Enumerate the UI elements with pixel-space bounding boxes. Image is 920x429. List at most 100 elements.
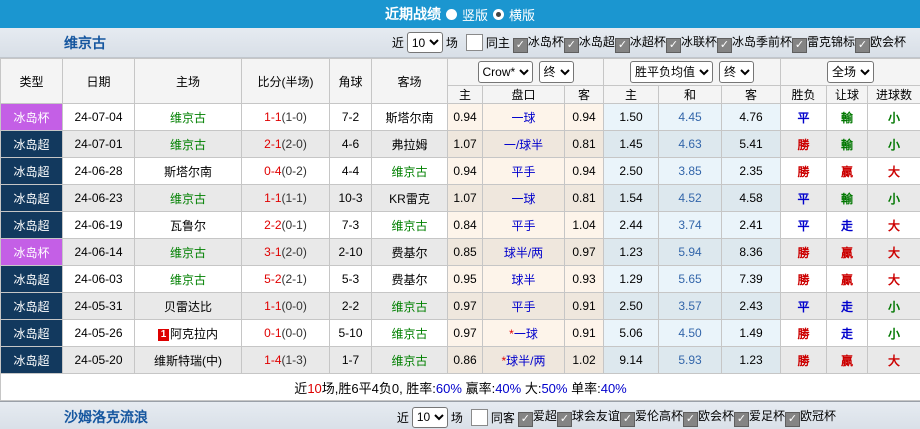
cell-handicap: 平手 bbox=[483, 212, 565, 239]
table-row: 冰岛超24-06-23维京古1-1(1-1)10-3KR雷克1.07一球0.81… bbox=[1, 185, 920, 212]
cell-result-handicap: 輸 bbox=[827, 131, 868, 158]
halftime-score: (1-1) bbox=[282, 191, 307, 205]
sub-header-avg-away: 客 bbox=[722, 86, 781, 104]
avg-odds-select[interactable]: 胜平负均值 bbox=[630, 61, 713, 83]
sub-header-odds-away: 客 bbox=[565, 86, 604, 104]
cell-home: 维京古 bbox=[135, 266, 242, 293]
cell-date: 24-07-01 bbox=[63, 131, 135, 158]
cell-date: 24-06-19 bbox=[63, 212, 135, 239]
league-checkbox[interactable]: ✓ bbox=[557, 412, 572, 427]
cell-competition: 冰岛杯 bbox=[1, 239, 63, 266]
league-checkbox[interactable]: ✓ bbox=[513, 38, 528, 53]
cell-avg-home: 2.50 bbox=[604, 293, 659, 320]
fulltime-score: 5-2 bbox=[264, 272, 281, 286]
cell-avg-draw: 3.85 bbox=[659, 158, 722, 185]
away-team-name: KR雷克 bbox=[389, 192, 430, 206]
same-away-checkbox[interactable] bbox=[471, 409, 488, 426]
cell-away: 弗拉姆 bbox=[372, 131, 448, 158]
away-team-name: 维京古 bbox=[391, 165, 427, 179]
table-row: 冰岛超24-06-03维京古5-2(2-1)5-3费基尔0.95球半0.931.… bbox=[1, 266, 920, 293]
cell-avg-away: 2.41 bbox=[722, 212, 781, 239]
summary-segment: 近 bbox=[294, 381, 307, 396]
match-scope-select[interactable]: 全场 bbox=[827, 61, 874, 83]
cell-handicap: 平手 bbox=[483, 158, 565, 185]
league-checkbox[interactable]: ✓ bbox=[792, 38, 807, 53]
cell-away: KR雷克 bbox=[372, 185, 448, 212]
same-home-checkbox[interactable] bbox=[466, 34, 483, 51]
league-checkbox[interactable]: ✓ bbox=[717, 38, 732, 53]
horizontal-layout-radio[interactable] bbox=[493, 9, 504, 20]
team2-filter-controls: 近 10 场 同客 ✓爱超✓球会友谊✓爱伦高杯✓欧会杯✓爱足杯✓欧冠杯 bbox=[397, 407, 920, 428]
cell-competition: 冰岛超 bbox=[1, 293, 63, 320]
team1-match-count-select[interactable]: 10 bbox=[407, 32, 443, 53]
league-label: 欧会杯 bbox=[870, 35, 906, 49]
sub-header-handicap: 盘口 bbox=[483, 86, 565, 104]
cell-avg-away: 5.41 bbox=[722, 131, 781, 158]
team2-filter-bar: 沙姆洛克流浪 近 10 场 同客 ✓爱超✓球会友谊✓爱伦高杯✓欧会杯✓爱足杯✓欧… bbox=[0, 401, 920, 429]
cell-odds-home: 0.84 bbox=[448, 212, 483, 239]
cell-odds-away: 0.91 bbox=[565, 320, 604, 347]
league-checkbox[interactable]: ✓ bbox=[564, 38, 579, 53]
cell-home: 瓦鲁尔 bbox=[135, 212, 242, 239]
fulltime-score: 1-4 bbox=[264, 353, 281, 367]
cell-corners: 2-2 bbox=[330, 293, 372, 320]
league-checkbox[interactable]: ✓ bbox=[620, 412, 635, 427]
away-team-name: 弗拉姆 bbox=[391, 138, 427, 152]
table-row: 冰岛超24-07-01维京古2-1(2-0)4-6弗拉姆1.07一/球半0.81… bbox=[1, 131, 920, 158]
cell-odds-away: 1.04 bbox=[565, 212, 604, 239]
league-checkbox[interactable]: ✓ bbox=[785, 412, 800, 427]
cell-avg-away: 4.58 bbox=[722, 185, 781, 212]
league-checkbox[interactable]: ✓ bbox=[734, 412, 749, 427]
halftime-score: (2-0) bbox=[282, 137, 307, 151]
cell-date: 24-05-20 bbox=[63, 347, 135, 374]
same-away-label: 同客 bbox=[491, 409, 515, 426]
cell-home: 维京古 bbox=[135, 131, 242, 158]
cell-result-wdl: 平 bbox=[781, 104, 827, 131]
cell-result-goals: 小 bbox=[868, 293, 920, 320]
fulltime-score: 0-1 bbox=[264, 326, 281, 340]
team2-name: 沙姆洛克流浪 bbox=[64, 407, 148, 427]
handicap-value: 一球 bbox=[511, 192, 535, 206]
vertical-layout-label[interactable]: 竖版 bbox=[462, 5, 488, 24]
league-checkbox[interactable]: ✓ bbox=[518, 412, 533, 427]
cell-result-goals: 大 bbox=[868, 158, 920, 185]
bookmaker-select[interactable]: Crow* bbox=[478, 61, 533, 83]
vertical-layout-radio[interactable] bbox=[446, 9, 457, 20]
sub-header-avg-draw: 和 bbox=[659, 86, 722, 104]
cell-odds-home: 0.94 bbox=[448, 158, 483, 185]
league-label: 雷克锦标 bbox=[807, 35, 855, 49]
cell-result-goals: 大 bbox=[868, 347, 920, 374]
handicap-value: 一球 bbox=[511, 111, 535, 125]
odds-final-select[interactable]: 终 bbox=[539, 61, 574, 83]
league-label: 冰超杯 bbox=[630, 35, 666, 49]
home-team-name: 维京古 bbox=[170, 192, 206, 206]
summary-row: 近10场,胜6平4负0, 胜率:60% 赢率:40% 大:50% 单率:40% bbox=[1, 374, 920, 401]
avg-final-select[interactable]: 终 bbox=[719, 61, 754, 83]
cell-result-goals: 小 bbox=[868, 320, 920, 347]
summary-segment: 40% bbox=[495, 381, 521, 396]
horizontal-layout-label[interactable]: 横版 bbox=[509, 5, 535, 24]
cell-away: 费基尔 bbox=[372, 266, 448, 293]
cell-avg-draw: 4.50 bbox=[659, 320, 722, 347]
cell-odds-home: 0.97 bbox=[448, 293, 483, 320]
league-checkbox[interactable]: ✓ bbox=[683, 412, 698, 427]
halftime-score: (0-0) bbox=[282, 299, 307, 313]
same-home-label: 同主 bbox=[486, 34, 510, 51]
cell-corners: 10-3 bbox=[330, 185, 372, 212]
fulltime-score: 2-2 bbox=[264, 218, 281, 232]
summary-segment: 单率: bbox=[567, 381, 600, 396]
team2-match-count-select[interactable]: 10 bbox=[412, 407, 448, 428]
cell-result-goals: 大 bbox=[868, 239, 920, 266]
league-checkbox[interactable]: ✓ bbox=[666, 38, 681, 53]
home-team-name: 维京古 bbox=[170, 273, 206, 287]
col-header-type: 类型 bbox=[1, 59, 63, 104]
cell-result-wdl: 勝 bbox=[781, 158, 827, 185]
sub-header-avg-home: 主 bbox=[604, 86, 659, 104]
halftime-score: (0-2) bbox=[282, 164, 307, 178]
avg-group-header: 胜平负均值终 bbox=[604, 59, 781, 86]
league-label: 球会友谊 bbox=[572, 409, 620, 423]
league-checkbox[interactable]: ✓ bbox=[615, 38, 630, 53]
league-checkbox[interactable]: ✓ bbox=[855, 38, 870, 53]
title-bar: 近期战绩 竖版 横版 bbox=[0, 0, 920, 28]
cell-handicap: 一球 bbox=[483, 185, 565, 212]
